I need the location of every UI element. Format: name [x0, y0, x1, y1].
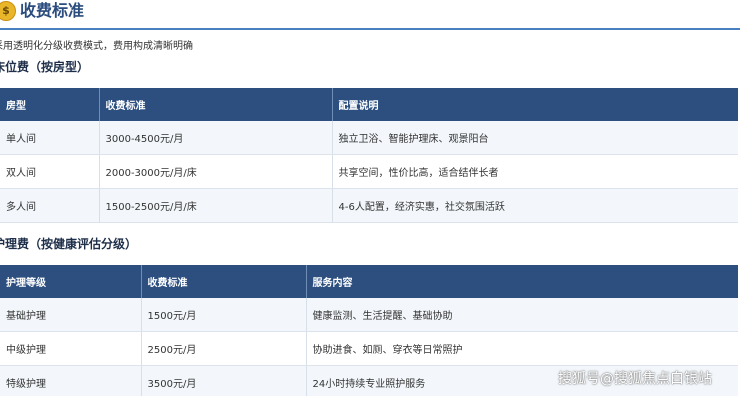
column-header-price: 收费标准 [99, 88, 333, 121]
table-row: 中级护理 2500元/月 协助进食、如厕、穿衣等日常照护 [0, 331, 738, 366]
room-type-cell: 双人间 [0, 154, 100, 189]
column-header-config: 配置说明 [332, 88, 738, 121]
column-header-room-type: 房型 [0, 88, 100, 121]
price-cell: 2000-3000元/月/床 [99, 154, 333, 189]
room-type-cell: 单人间 [0, 121, 100, 155]
care-level-cell: 特级护理 [0, 365, 142, 396]
table-row: 基础护理 1500元/月 健康监测、生活提醒、基础协助 [0, 298, 738, 332]
watermark: 搜狐号@搜狐焦点白银站 [558, 371, 712, 387]
table-header-row: 房型 收费标准 配置说明 [0, 88, 738, 121]
table-row: 多人间 1500-2500元/月/床 4-6人配置，经济实惠，社交氛围活跃 [0, 188, 738, 223]
bed-fee-title: 床位费（按房型） [0, 60, 90, 74]
config-cell: 共享空间，性价比高，适合结伴长者 [332, 154, 738, 189]
column-header-price: 收费标准 [141, 265, 307, 298]
money-bag-icon: $ [0, 1, 16, 21]
column-header-care-level: 护理等级 [0, 265, 142, 298]
price-cell: 3500元/月 [141, 365, 307, 396]
page: $ 收费标准 采用透明化分级收费模式，费用构成清晰明确 床位费（按房型） 房型 … [0, 0, 740, 396]
intro-text: 采用透明化分级收费模式，费用构成清晰明确 [0, 41, 193, 52]
care-fee-title: 护理费（按健康评估分级） [0, 237, 138, 251]
service-cell: 协助进食、如厕、穿衣等日常照护 [306, 331, 738, 366]
section-header: $ 收费标准 [0, 0, 740, 30]
bed-fee-table: 房型 收费标准 配置说明 单人间 3000-4500元/月 独立卫浴、智能护理床… [0, 88, 738, 223]
price-cell: 2500元/月 [141, 331, 307, 366]
service-cell: 健康监测、生活提醒、基础协助 [306, 298, 738, 332]
price-cell: 3000-4500元/月 [99, 121, 333, 155]
table-row: 单人间 3000-4500元/月 独立卫浴、智能护理床、观景阳台 [0, 121, 738, 155]
price-cell: 1500-2500元/月/床 [99, 188, 333, 223]
config-cell: 独立卫浴、智能护理床、观景阳台 [332, 121, 738, 155]
care-level-cell: 中级护理 [0, 331, 142, 366]
config-cell: 4-6人配置，经济实惠，社交氛围活跃 [332, 188, 738, 223]
column-header-service: 服务内容 [306, 265, 738, 298]
table-row: 双人间 2000-3000元/月/床 共享空间，性价比高，适合结伴长者 [0, 154, 738, 189]
page-title: 收费标准 [20, 1, 85, 20]
table-header-row: 护理等级 收费标准 服务内容 [0, 265, 738, 298]
price-cell: 1500元/月 [141, 298, 307, 332]
room-type-cell: 多人间 [0, 188, 100, 223]
care-level-cell: 基础护理 [0, 298, 142, 332]
